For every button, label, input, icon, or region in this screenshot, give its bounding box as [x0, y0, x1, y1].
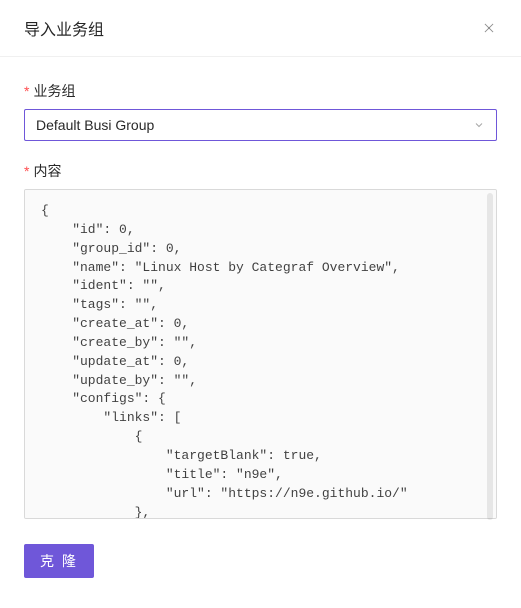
close-button[interactable] — [481, 20, 497, 36]
modal-header: 导入业务组 — [0, 0, 521, 57]
form-item-business-group: *业务组 Default Busi Group — [24, 81, 497, 141]
clone-button[interactable]: 克 隆 — [24, 544, 94, 578]
required-mark: * — [24, 83, 29, 99]
modal-body: *业务组 Default Busi Group *内容 克 隆 — [0, 57, 521, 602]
chevron-down-icon — [473, 119, 485, 131]
label-text: 内容 — [33, 163, 61, 179]
textarea-wrap — [24, 189, 497, 524]
close-icon — [482, 21, 496, 35]
modal-title: 导入业务组 — [24, 16, 104, 40]
required-mark: * — [24, 163, 29, 179]
form-item-content: *内容 — [24, 161, 497, 524]
business-group-select[interactable]: Default Busi Group — [24, 109, 497, 141]
label-text: 业务组 — [33, 83, 75, 99]
business-group-label: *业务组 — [24, 81, 497, 101]
content-textarea[interactable] — [24, 189, 497, 519]
content-label: *内容 — [24, 161, 497, 181]
select-value: Default Busi Group — [36, 117, 154, 133]
